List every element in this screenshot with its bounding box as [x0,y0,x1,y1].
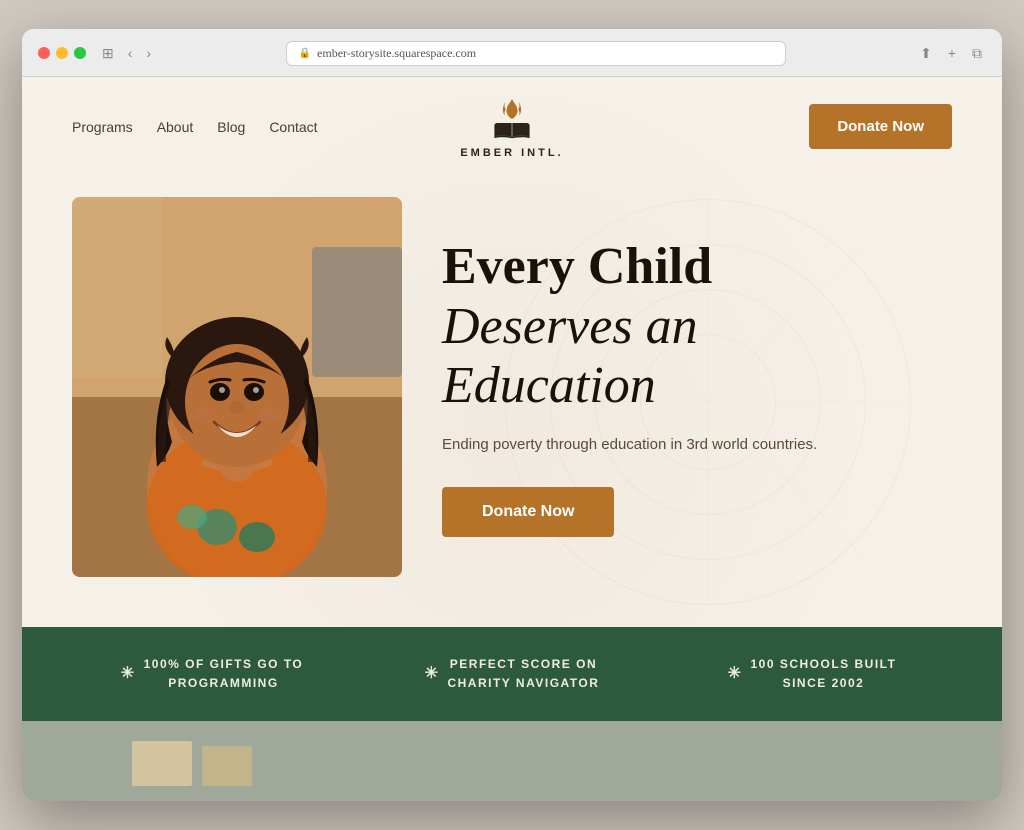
url-text: ember-storysite.squarespace.com [317,46,476,61]
browser-actions: ⬆ + ⧉ [916,43,986,64]
hero-title-line3: Education [442,357,656,414]
hero-section: Every Child Deserves an Education Ending… [22,177,1002,627]
share-button[interactable]: ⬆ [916,43,936,64]
nav-contact[interactable]: Contact [269,119,317,135]
stat-item-0: ✳ 100% OF GIFTS GO TOPROGRAMMING [62,655,362,693]
nav-logo[interactable]: EMBER INTL. [365,95,658,159]
navigation: Programs About Blog Contact EMBER INTL. [22,77,1002,177]
close-traffic-light[interactable] [38,47,50,59]
hero-subtitle: Ending poverty through education in 3rd … [442,434,952,457]
hero-title: Every Child Deserves an Education [442,237,952,416]
browser-window: ⊞ ‹ › 🔒 ember-storysite.squarespace.com … [22,29,1002,801]
stat-item-2: ✳ 100 SCHOOLS BUILTSINCE 2002 [662,655,962,693]
lock-icon: 🔒 [299,48,311,59]
hero-image [72,197,402,577]
nav-donate-button[interactable]: Donate Now [809,104,952,149]
windows-button[interactable]: ⧉ [968,43,986,64]
stat-asterisk-0: ✳ [121,661,136,687]
bottom-content-preview [72,731,372,791]
website-content: Programs About Blog Contact EMBER INTL. [22,77,1002,801]
stat-text-2: 100 SCHOOLS BUILTSINCE 2002 [750,655,896,693]
minimize-traffic-light[interactable] [56,47,68,59]
hero-title-line2: Deserves an [442,298,698,355]
stat-asterisk-2: ✳ [728,661,743,687]
nav-about[interactable]: About [157,119,194,135]
nav-right: Donate Now [659,104,952,149]
traffic-lights [38,47,86,59]
stat-text-1: PERFECT SCORE ONCHARITY NAVIGATOR [447,655,599,693]
stat-item-1: ✳ PERFECT SCORE ONCHARITY NAVIGATOR [362,655,662,693]
ember-logo-icon [488,95,536,143]
nav-links: Programs About Blog Contact [72,119,365,135]
add-tab-button[interactable]: + [944,43,960,63]
back-button[interactable]: ‹ [124,43,137,63]
browser-controls: ⊞ ‹ › [98,43,155,64]
hero-image-container [72,197,402,577]
nav-blog[interactable]: Blog [217,119,245,135]
stats-bar: ✳ 100% OF GIFTS GO TOPROGRAMMING ✳ PERFE… [22,627,1002,721]
stat-text-0: 100% OF GIFTS GO TOPROGRAMMING [144,655,304,693]
logo-text: EMBER INTL. [460,147,563,159]
nav-programs[interactable]: Programs [72,119,133,135]
forward-button[interactable]: › [142,43,155,63]
browser-chrome: ⊞ ‹ › 🔒 ember-storysite.squarespace.com … [22,29,1002,77]
fullscreen-traffic-light[interactable] [74,47,86,59]
hero-donate-button[interactable]: Donate Now [442,487,614,537]
bottom-section [22,721,1002,801]
stat-asterisk-1: ✳ [425,661,440,687]
view-menu-button[interactable]: ⊞ [98,43,118,64]
hero-text-content: Every Child Deserves an Education Ending… [442,237,952,537]
address-bar[interactable]: 🔒 ember-storysite.squarespace.com [286,41,786,66]
hero-title-line1: Every Child [442,238,712,295]
